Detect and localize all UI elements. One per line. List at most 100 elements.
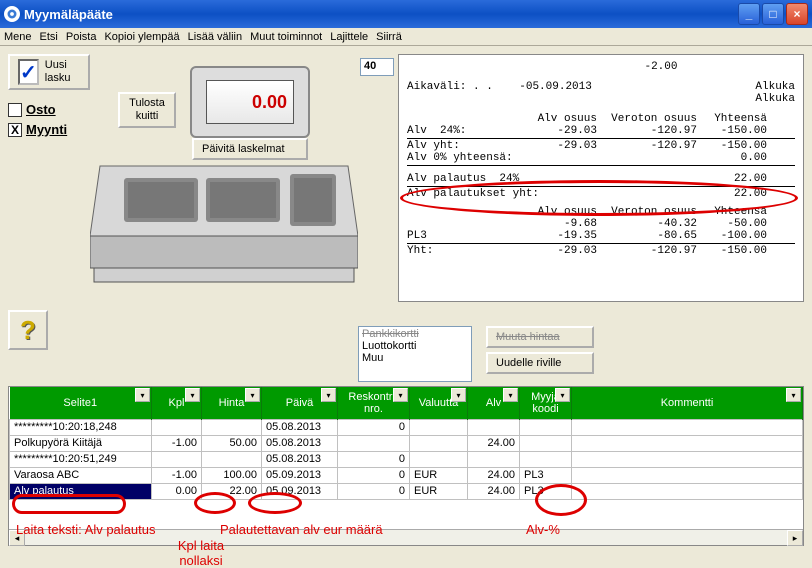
cell-paiva[interactable]: 05.09.2013 bbox=[262, 467, 338, 483]
cell-koodi[interactable]: PL3 bbox=[520, 467, 572, 483]
cell-paiva[interactable]: 05.08.2013 bbox=[262, 435, 338, 451]
uusi-lasku-label: Uusi lasku bbox=[45, 59, 80, 85]
table-row[interactable]: Polkupyörä Kiitäjä-1.0050.0005.08.2013 24… bbox=[10, 435, 803, 451]
cell-val[interactable]: EUR bbox=[410, 467, 468, 483]
cell-val[interactable] bbox=[410, 419, 468, 435]
cell-val[interactable]: EUR bbox=[410, 483, 468, 499]
radio-myynti[interactable]: X Myynti bbox=[8, 122, 67, 137]
scroll-left-icon[interactable]: ◂ bbox=[9, 530, 25, 546]
uudelle-riville-button[interactable]: Uudelle riville bbox=[486, 352, 594, 374]
cell-resk[interactable]: 0 bbox=[338, 467, 410, 483]
menu-lisaa[interactable]: Lisää väliin bbox=[188, 31, 242, 43]
minimize-button[interactable]: _ bbox=[738, 3, 760, 25]
col-selite[interactable]: Selite1 bbox=[63, 397, 97, 409]
menu-kopioi[interactable]: Kopioi ylempää bbox=[104, 31, 179, 43]
cell-resk[interactable] bbox=[338, 435, 410, 451]
cell-kom[interactable] bbox=[572, 483, 803, 499]
payment-method-list[interactable]: Pankkikortti Luottokortti Muu bbox=[358, 326, 472, 382]
radio-osto[interactable]: Osto bbox=[8, 102, 56, 117]
horizontal-scrollbar[interactable]: ◂ ▸ bbox=[9, 529, 803, 545]
col-kpl[interactable]: Kpl bbox=[169, 397, 185, 409]
cell-selite[interactable]: Varaosa ABC bbox=[10, 467, 152, 483]
maximize-button[interactable]: □ bbox=[762, 3, 784, 25]
cell-kpl[interactable] bbox=[152, 419, 202, 435]
cell-alv[interactable]: 24.00 bbox=[468, 467, 520, 483]
dropdown-icon[interactable]: ▾ bbox=[503, 388, 518, 402]
cell-resk[interactable]: 0 bbox=[338, 483, 410, 499]
cell-alv[interactable] bbox=[468, 451, 520, 467]
tulosta-label: Tulosta kuitti bbox=[128, 97, 166, 123]
alkuka-2: Alkuka bbox=[755, 93, 795, 105]
cell-koodi[interactable] bbox=[520, 419, 572, 435]
tulosta-kuitti-button[interactable]: Tulosta kuitti bbox=[118, 92, 176, 128]
dropdown-icon[interactable]: ▾ bbox=[451, 388, 466, 402]
col-kommentti[interactable]: Kommentti bbox=[661, 397, 714, 409]
menu-siirra[interactable]: Siirrä bbox=[376, 31, 402, 43]
cell-kom[interactable] bbox=[572, 419, 803, 435]
cell-hinta[interactable]: 100.00 bbox=[202, 467, 262, 483]
receipt-panel: -2.00 Aikaväli: . . -05.09.2013 Alkuka A… bbox=[398, 54, 804, 302]
table-row[interactable]: *********10:20:51,249 05.08.20130 bbox=[10, 451, 803, 467]
close-button[interactable]: × bbox=[786, 3, 808, 25]
col-reskontra[interactable]: Reskontra nro. bbox=[348, 391, 398, 415]
dropdown-icon[interactable]: ▾ bbox=[393, 388, 408, 402]
paivita-label: Päivitä laskelmat bbox=[202, 143, 285, 155]
menu-poista[interactable]: Poista bbox=[66, 31, 97, 43]
check-icon: ✓ bbox=[18, 59, 39, 85]
cell-alv[interactable] bbox=[468, 419, 520, 435]
cell-alv[interactable]: 24.00 bbox=[468, 435, 520, 451]
field-40[interactable]: 40 bbox=[360, 58, 394, 76]
scroll-right-icon[interactable]: ▸ bbox=[787, 530, 803, 546]
paylist-1[interactable]: Luottokortti bbox=[361, 340, 469, 352]
dropdown-icon[interactable]: ▾ bbox=[135, 388, 150, 402]
table-row[interactable]: Varaosa ABC-1.00100.0005.09.20130EUR24.0… bbox=[10, 467, 803, 483]
dropdown-icon[interactable]: ▾ bbox=[185, 388, 200, 402]
cell-selite[interactable]: *********10:20:18,248 bbox=[10, 419, 152, 435]
cell-hinta[interactable] bbox=[202, 451, 262, 467]
cell-selite[interactable]: Alv palautus bbox=[10, 483, 152, 499]
register-display: 0.00 bbox=[190, 66, 310, 138]
table-row[interactable]: Alv palautus0.0022.0005.09.20130EUR24.00… bbox=[10, 483, 803, 499]
cell-kom[interactable] bbox=[572, 435, 803, 451]
cell-kpl[interactable] bbox=[152, 451, 202, 467]
dropdown-icon[interactable]: ▾ bbox=[245, 388, 260, 402]
table-row[interactable]: *********10:20:18,248 05.08.20130 bbox=[10, 419, 803, 435]
paylist-0[interactable]: Pankkikortti bbox=[361, 328, 469, 340]
cell-kom[interactable] bbox=[572, 467, 803, 483]
cell-paiva[interactable]: 05.08.2013 bbox=[262, 419, 338, 435]
dropdown-icon[interactable]: ▾ bbox=[555, 388, 570, 402]
cell-resk[interactable]: 0 bbox=[338, 451, 410, 467]
muuta-hintaa-button[interactable]: Muuta hintaa bbox=[486, 326, 594, 348]
menu-lajittele[interactable]: Lajittele bbox=[330, 31, 368, 43]
cell-selite[interactable]: *********10:20:51,249 bbox=[10, 451, 152, 467]
paylist-2[interactable]: Muu bbox=[361, 352, 469, 364]
col-alv[interactable]: Alv bbox=[486, 397, 501, 409]
cell-val[interactable] bbox=[410, 435, 468, 451]
cell-val[interactable] bbox=[410, 451, 468, 467]
uusi-lasku-button[interactable]: ✓ Uusi lasku bbox=[8, 54, 90, 90]
cell-hinta[interactable] bbox=[202, 419, 262, 435]
cell-hinta[interactable]: 22.00 bbox=[202, 483, 262, 499]
menu-mene[interactable]: Mene bbox=[4, 31, 32, 43]
cell-resk[interactable]: 0 bbox=[338, 419, 410, 435]
cell-hinta[interactable]: 50.00 bbox=[202, 435, 262, 451]
cell-kpl[interactable]: -1.00 bbox=[152, 435, 202, 451]
cell-kom[interactable] bbox=[572, 451, 803, 467]
dropdown-icon[interactable]: ▾ bbox=[786, 388, 801, 402]
help-button[interactable]: ? bbox=[8, 310, 48, 350]
cell-koodi[interactable]: PL3 bbox=[520, 483, 572, 499]
menu-muut[interactable]: Muut toiminnot bbox=[250, 31, 322, 43]
menu-etsi[interactable]: Etsi bbox=[40, 31, 58, 43]
cell-selite[interactable]: Polkupyörä Kiitäjä bbox=[10, 435, 152, 451]
dropdown-icon[interactable]: ▾ bbox=[321, 388, 336, 402]
invoice-grid[interactable]: Selite1▾ Kpl▾ Hinta▾ Päivä▾ Reskontra nr… bbox=[8, 386, 804, 546]
col-paiva[interactable]: Päivä bbox=[286, 397, 314, 409]
cell-paiva[interactable]: 05.09.2013 bbox=[262, 483, 338, 499]
col-hinta[interactable]: Hinta bbox=[219, 397, 245, 409]
cell-paiva[interactable]: 05.08.2013 bbox=[262, 451, 338, 467]
cell-kpl[interactable]: -1.00 bbox=[152, 467, 202, 483]
cell-koodi[interactable] bbox=[520, 451, 572, 467]
cell-koodi[interactable] bbox=[520, 435, 572, 451]
cell-kpl[interactable]: 0.00 bbox=[152, 483, 202, 499]
cell-alv[interactable]: 24.00 bbox=[468, 483, 520, 499]
